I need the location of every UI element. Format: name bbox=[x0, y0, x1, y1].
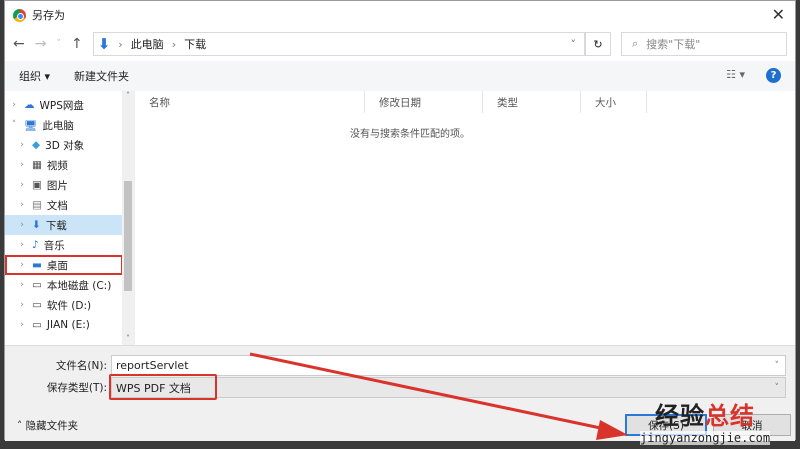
chevron-right-icon[interactable]: › bbox=[17, 300, 27, 310]
sidebar-item[interactable]: › ⬇ 下载 bbox=[5, 215, 134, 235]
forward-button[interactable]: → bbox=[35, 36, 47, 52]
recent-dropdown[interactable]: ˅ bbox=[56, 39, 61, 49]
cloud-icon: ☁ bbox=[24, 99, 35, 111]
scrollbar-thumb[interactable] bbox=[124, 181, 132, 291]
toolbar: 组织 ▾ 新建文件夹 ☷ ▾ ? bbox=[5, 61, 795, 91]
main-area: › ☁ WPS网盘 ˅ 🖥 此电脑 › ◆ 3D 对象 › ▦ 视频 › ▣ 图片 › ▤ 文档 › ⬇ 下载 › ♪ 音乐 ›… bbox=[5, 91, 795, 345]
filename-input[interactable]: reportServlet ˅ bbox=[111, 355, 786, 376]
column-size[interactable]: 大小 bbox=[581, 91, 647, 113]
separator-icon: › bbox=[118, 37, 123, 51]
hide-folders-label: 隐藏文件夹 bbox=[25, 420, 79, 432]
sidebar-scrollbar[interactable]: ˄ ˅ bbox=[122, 91, 134, 345]
navigation-pane: › ☁ WPS网盘 ˅ 🖥 此电脑 › ◆ 3D 对象 › ▦ 视频 › ▣ 图片 › ▤ 文档 › ⬇ 下载 › ♪ 音乐 ›… bbox=[5, 91, 135, 345]
chevron-down-icon[interactable]: ˅ bbox=[571, 38, 577, 51]
document-icon: ▤ bbox=[32, 199, 42, 211]
chevron-up-icon: ˄ bbox=[17, 420, 26, 432]
organize-button[interactable]: 组织 ▾ bbox=[19, 68, 50, 84]
sidebar-item[interactable]: › ▭ JIAN (E:) bbox=[5, 315, 134, 335]
sidebar-item[interactable]: › ▣ 图片 bbox=[5, 175, 134, 195]
chevron-right-icon[interactable]: › bbox=[17, 240, 27, 250]
up-button[interactable]: ↑ bbox=[71, 36, 83, 52]
sidebar-item-label: 3D 对象 bbox=[45, 139, 85, 152]
help-button[interactable]: ? bbox=[766, 68, 781, 83]
chevron-right-icon[interactable]: › bbox=[17, 260, 27, 270]
refresh-button[interactable]: ↻ bbox=[585, 32, 611, 56]
save-options: 文件名(N): reportServlet ˅ 保存类型(T): WPS PDF… bbox=[5, 345, 795, 441]
chevron-right-icon[interactable]: › bbox=[17, 180, 27, 190]
sidebar-item[interactable]: › ▭ 软件 (D:) bbox=[5, 295, 134, 315]
sidebar-item[interactable]: › ▦ 视频 bbox=[5, 155, 134, 175]
breadcrumb-this-pc[interactable]: 此电脑 bbox=[131, 36, 164, 52]
search-input[interactable]: ⌕ 搜索"下载" bbox=[621, 32, 787, 56]
chevron-right-icon[interactable]: › bbox=[17, 160, 27, 170]
title-bar: 另存为 ✕ bbox=[5, 1, 795, 29]
address-bar[interactable]: ⬇ › 此电脑 › 下载 ˅ bbox=[92, 32, 585, 56]
chevron-right-icon[interactable]: › bbox=[17, 200, 27, 210]
dialog-title: 另存为 bbox=[32, 9, 65, 22]
desktop-icon: ▬ bbox=[32, 259, 42, 271]
drive-icon: ▭ bbox=[32, 299, 42, 311]
empty-message: 没有与搜索条件匹配的项。 bbox=[350, 129, 470, 140]
view-options-icon[interactable]: ☷ ▾ bbox=[726, 68, 745, 81]
sidebar-item-label: 桌面 bbox=[46, 259, 68, 272]
filetype-highlight bbox=[109, 374, 217, 400]
chevron-right-icon[interactable]: › bbox=[17, 280, 27, 290]
column-type[interactable]: 类型 bbox=[483, 91, 581, 113]
hide-folders-button[interactable]: ˄ 隐藏文件夹 bbox=[17, 418, 78, 433]
breadcrumb-downloads[interactable]: 下载 bbox=[184, 36, 206, 52]
filename-value: reportServlet bbox=[116, 359, 189, 372]
chevron-right-icon[interactable]: › bbox=[17, 140, 27, 150]
picture-icon: ▣ bbox=[32, 179, 42, 191]
drive-icon: ▭ bbox=[32, 279, 42, 291]
sidebar-item[interactable]: ˅ 🖥 此电脑 bbox=[5, 115, 134, 135]
file-list: 名称 修改日期 类型 大小 没有与搜索条件匹配的项。 bbox=[135, 91, 795, 345]
chevron-down-icon[interactable]: ˅ bbox=[775, 383, 780, 393]
sidebar-item[interactable]: › ▭ 本地磁盘 (C:) bbox=[5, 275, 134, 295]
search-icon: ⌕ bbox=[632, 37, 639, 50]
sidebar-item[interactable]: › ☁ WPS网盘 bbox=[5, 95, 134, 115]
close-button[interactable]: ✕ bbox=[772, 5, 785, 24]
column-name[interactable]: 名称 bbox=[135, 91, 365, 113]
save-button[interactable]: 保存(S) bbox=[625, 414, 707, 436]
back-button[interactable]: ← bbox=[13, 36, 25, 52]
search-placeholder: 搜索"下载" bbox=[646, 38, 701, 51]
separator-icon: › bbox=[171, 37, 177, 51]
sidebar-item-label: JIAN (E:) bbox=[46, 319, 90, 331]
chevron-down-icon[interactable]: ˅ bbox=[9, 120, 19, 130]
download-icon: ⬇ bbox=[97, 35, 111, 53]
sidebar-item-label: 文档 bbox=[46, 199, 68, 212]
column-headers: 名称 修改日期 类型 大小 bbox=[135, 91, 795, 113]
sidebar-item[interactable]: › ▬ 桌面 bbox=[5, 255, 123, 275]
sidebar-item-label: 此电脑 bbox=[42, 119, 74, 132]
sidebar-item-label: 下载 bbox=[45, 219, 67, 232]
chevron-right-icon[interactable]: › bbox=[17, 220, 27, 230]
filetype-label: 保存类型(T): bbox=[46, 382, 107, 394]
cancel-button[interactable]: 取消 bbox=[713, 414, 791, 436]
download-icon: ⬇ bbox=[32, 219, 41, 231]
filename-label: 文件名(N): bbox=[55, 360, 107, 372]
chevron-right-icon[interactable]: › bbox=[9, 100, 19, 110]
sidebar-item-label: 视频 bbox=[46, 159, 68, 172]
computer-icon: 🖥 bbox=[24, 119, 38, 132]
sidebar-item-label: 软件 (D:) bbox=[46, 299, 92, 312]
chevron-down-icon[interactable]: ˅ bbox=[775, 361, 780, 371]
video-icon: ▦ bbox=[32, 159, 42, 171]
sidebar-item-label: 图片 bbox=[46, 179, 68, 192]
sidebar-item-label: WPS网盘 bbox=[39, 99, 84, 112]
sidebar-item[interactable]: › ▤ 文档 bbox=[5, 195, 134, 215]
sidebar-item[interactable]: › ♪ 音乐 bbox=[5, 235, 134, 255]
sidebar-item-label: 本地磁盘 (C:) bbox=[46, 279, 112, 292]
sidebar-item-label: 音乐 bbox=[43, 239, 65, 252]
drive-icon: ▭ bbox=[32, 319, 42, 331]
cube-icon: ◆ bbox=[32, 139, 41, 151]
chrome-icon bbox=[13, 8, 26, 22]
chevron-right-icon[interactable]: › bbox=[17, 320, 27, 330]
column-modified[interactable]: 修改日期 bbox=[365, 91, 483, 113]
sidebar-item[interactable]: › ◆ 3D 对象 bbox=[5, 135, 134, 155]
address-row: ← → ˅ ↑ ⬇ › 此电脑 › 下载 ˅ ↻ ⌕ 搜索"下载" bbox=[5, 29, 795, 59]
music-icon: ♪ bbox=[32, 239, 39, 251]
new-folder-button[interactable]: 新建文件夹 bbox=[74, 68, 129, 84]
save-as-dialog: 另存为 ✕ ← → ˅ ↑ ⬇ › 此电脑 › 下载 ˅ ↻ ⌕ 搜索"下载" … bbox=[4, 0, 796, 441]
